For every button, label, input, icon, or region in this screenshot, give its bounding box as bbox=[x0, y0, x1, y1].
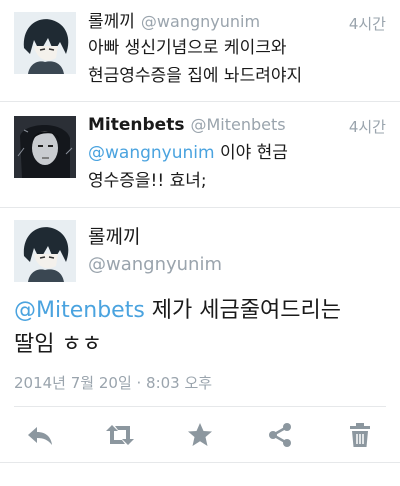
avatar-image bbox=[14, 116, 76, 178]
tweet-text-line: 영수증을!! 효녀; bbox=[88, 171, 207, 191]
star-icon bbox=[188, 423, 212, 446]
reply-button[interactable] bbox=[24, 419, 56, 451]
author-name[interactable]: 롤께끼 bbox=[88, 222, 140, 249]
avatar-image bbox=[14, 12, 76, 74]
author-name[interactable]: Mitenbets bbox=[88, 115, 184, 135]
tweet-text: @wangnyunim 이야 현금 영수증을!! 효녀; bbox=[88, 139, 288, 195]
reply-icon bbox=[28, 427, 52, 445]
author-name[interactable]: 롤께끼 bbox=[88, 12, 135, 32]
tweet-text-line: 현금영수증을 집에 놔드려야지 bbox=[88, 66, 303, 86]
mention-link[interactable]: @Mitenbets bbox=[14, 298, 145, 323]
delete-button[interactable] bbox=[344, 419, 376, 451]
tweet-text-line: 이야 현금 bbox=[214, 143, 288, 163]
mention-link[interactable]: @wangnyunim bbox=[88, 143, 215, 163]
avatar[interactable] bbox=[14, 12, 76, 74]
tweet-timestamp: 2014년 7월 20일 · 8:03 오후 bbox=[14, 374, 213, 392]
tweet-text-line: 딸임 ㅎㅎ bbox=[14, 332, 102, 357]
tweet-time: 4시간 bbox=[348, 118, 386, 136]
author-handle[interactable]: @Mitenbets bbox=[190, 115, 285, 134]
detail-tweet: 롤께끼 @wangnyunim @Mitenbets 제가 세금줄여드리는 딸임… bbox=[0, 208, 400, 404]
avatar[interactable] bbox=[14, 116, 76, 178]
avatar-image bbox=[14, 220, 76, 282]
share-button[interactable] bbox=[264, 419, 296, 451]
share-icon bbox=[269, 423, 291, 447]
trash-icon bbox=[350, 423, 370, 447]
tweet-time: 4시간 bbox=[348, 15, 386, 33]
action-bar bbox=[0, 407, 400, 463]
tweet-text-line: 제가 세금줄여드리는 bbox=[144, 298, 341, 323]
tweet-1[interactable]: 롤께끼 @wangnyunim 4시간 아빠 생신기념으로 케이크와 현금영수증을… bbox=[0, 0, 400, 100]
tweet-text: 아빠 생신기념으로 케이크와 현금영수증을 집에 놔드려야지 bbox=[88, 34, 302, 90]
author-handle[interactable]: @wangnyunim bbox=[88, 254, 222, 275]
tweet-2[interactable]: Mitenbets @Mitenbets 4시간 @wangnyunim 이야 현… bbox=[0, 102, 400, 206]
retweet-icon bbox=[106, 425, 134, 445]
tweet-text-line: 아빠 생신기념으로 케이크와 bbox=[88, 38, 287, 58]
author-handle[interactable]: @wangnyunim bbox=[141, 12, 260, 31]
tweet-text: @Mitenbets 제가 세금줄여드리는 딸임 ㅎㅎ bbox=[14, 294, 386, 362]
divider bbox=[0, 462, 400, 463]
retweet-button[interactable] bbox=[104, 419, 136, 451]
favorite-button[interactable] bbox=[184, 419, 216, 451]
avatar[interactable] bbox=[14, 220, 76, 282]
